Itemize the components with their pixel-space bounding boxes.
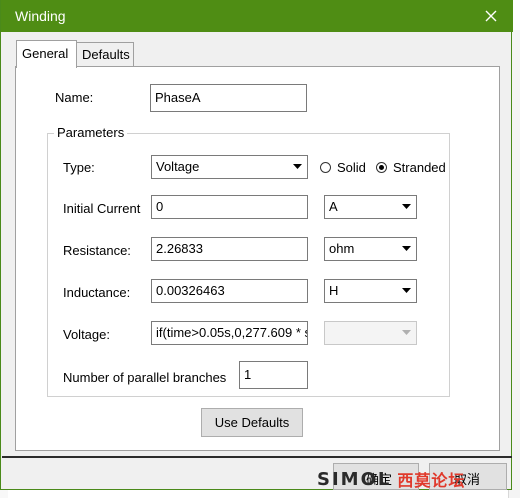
voltage-label: Voltage: [63, 327, 110, 342]
parameters-group: Parameters Type: Voltage Solid Stranded … [47, 125, 450, 397]
chevron-down-icon [398, 324, 414, 342]
chevron-down-icon [289, 158, 305, 176]
tab-general[interactable]: General [16, 40, 77, 68]
parallel-branches-input[interactable]: 1 [239, 361, 308, 389]
initial-current-unit-value: A [329, 199, 338, 214]
radio-solid[interactable]: Solid [320, 160, 366, 175]
voltage-input[interactable]: if(time>0.05s,0,277.609 * s [151, 321, 308, 345]
type-label: Type: [63, 160, 95, 175]
radio-solid-indicator [320, 162, 331, 173]
tab-defaults[interactable]: Defaults [76, 42, 134, 66]
use-defaults-button[interactable]: Use Defaults [201, 408, 303, 437]
watermark-zh: 西莫论坛 [397, 471, 466, 490]
inductance-value: 0.00326463 [156, 283, 225, 298]
voltage-value: if(time>0.05s,0,277.609 * s [156, 325, 308, 340]
voltage-unit-dropdown [324, 321, 417, 345]
close-icon [485, 10, 497, 22]
inductance-label: Inductance: [63, 285, 131, 300]
chevron-down-icon [398, 198, 414, 216]
inductance-input[interactable]: 0.00326463 [151, 279, 308, 303]
radio-stranded[interactable]: Stranded [376, 160, 446, 175]
winding-dialog: Winding General Defaults Name: PhaseA Pa… [0, 0, 513, 491]
resistance-value: 2.26833 [156, 241, 203, 256]
type-dropdown-value: Voltage [156, 159, 200, 174]
tab-general-label: General [22, 46, 69, 61]
type-dropdown[interactable]: Voltage [151, 155, 308, 179]
use-defaults-label: Use Defaults [214, 415, 290, 430]
radio-solid-label: Solid [337, 160, 366, 175]
parallel-branches-label: Number of parallel branches [63, 370, 227, 385]
initial-current-unit-dropdown[interactable]: A [324, 195, 417, 219]
resistance-unit-dropdown[interactable]: ohm [324, 237, 417, 261]
parameters-group-title: Parameters [54, 125, 128, 140]
chevron-down-icon [398, 240, 414, 258]
name-input[interactable]: PhaseA [150, 84, 307, 112]
general-tab-panel: Name: PhaseA Parameters Type: Voltage So… [15, 66, 500, 451]
title-bar[interactable]: Winding [1, 0, 513, 32]
parallel-branches-value: 1 [244, 367, 252, 382]
resistance-unit-value: ohm [329, 241, 355, 256]
inductance-unit-dropdown[interactable]: H [324, 279, 417, 303]
name-input-value: PhaseA [155, 90, 201, 105]
close-button[interactable] [469, 0, 513, 32]
tab-defaults-label: Defaults [82, 47, 130, 62]
radio-stranded-label: Stranded [393, 160, 446, 175]
resistance-input[interactable]: 2.26833 [151, 237, 308, 261]
watermark-en: SIMOL [317, 468, 392, 490]
chevron-down-icon [398, 282, 414, 300]
footer-separator [2, 456, 512, 458]
resistance-label: Resistance: [63, 243, 131, 258]
window-title: Winding [15, 8, 66, 24]
radio-stranded-indicator [376, 162, 387, 173]
initial-current-label: Initial Current [63, 201, 141, 216]
simol-watermark: SIMOL 西莫论坛 [317, 468, 513, 491]
initial-current-input[interactable]: 0 [151, 195, 308, 219]
initial-current-value: 0 [156, 199, 164, 214]
name-label: Name: [55, 90, 94, 105]
inductance-unit-value: H [329, 283, 339, 298]
